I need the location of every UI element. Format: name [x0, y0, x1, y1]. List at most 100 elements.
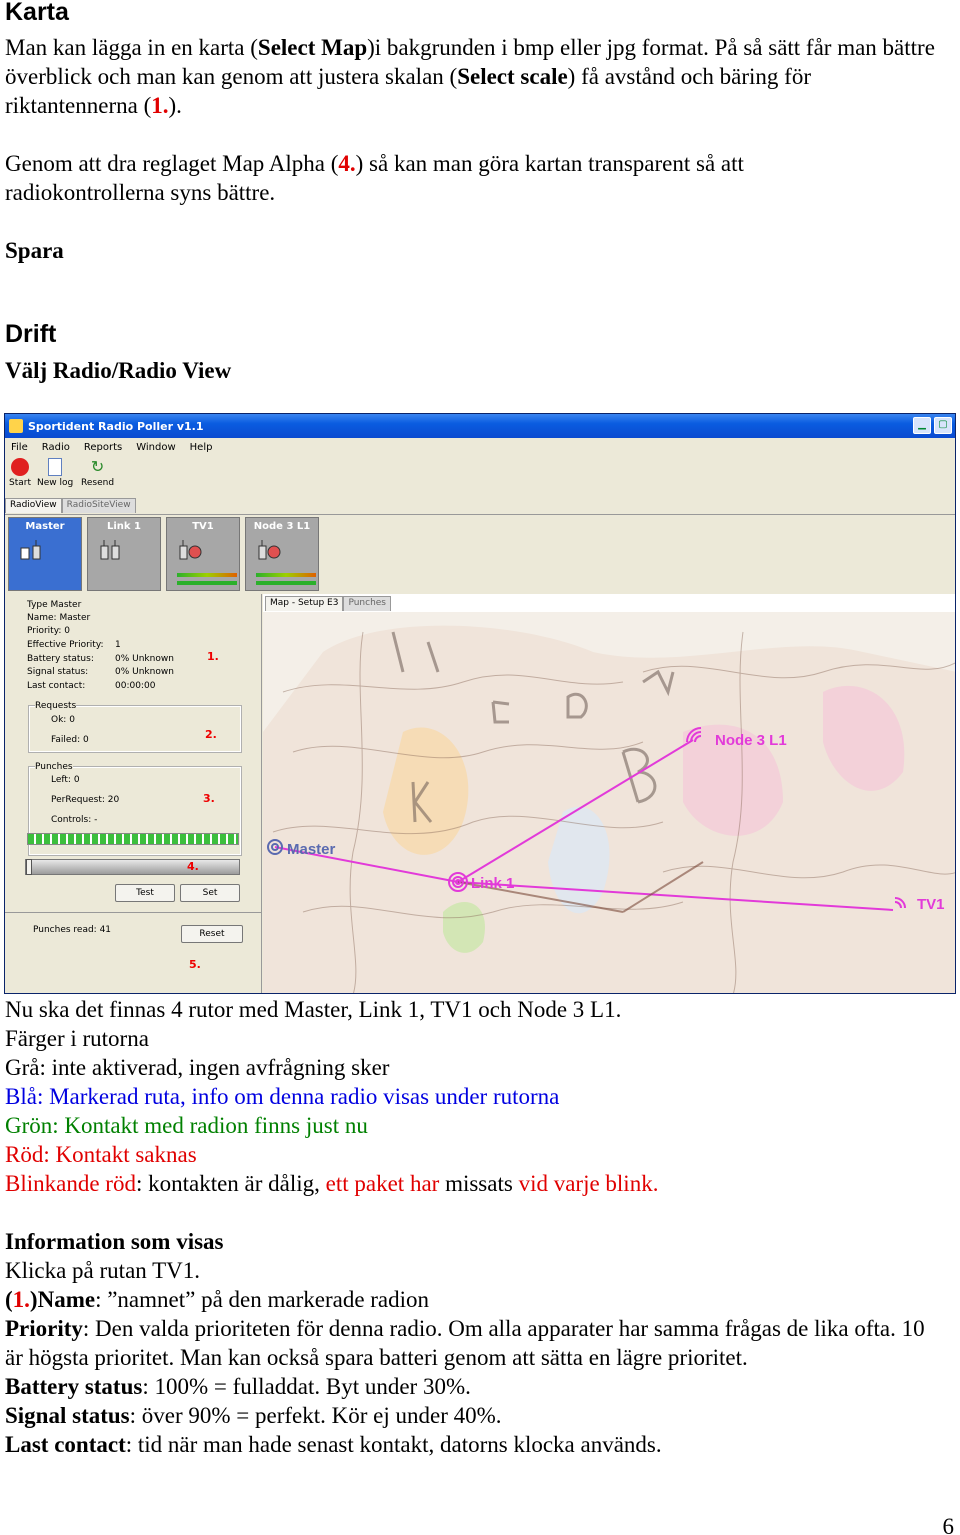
- menu-radio[interactable]: Radio: [42, 442, 70, 453]
- map-panel: Map - Setup E3 Punches Node 3 L1 Master …: [263, 594, 955, 993]
- new-log-button[interactable]: New log: [37, 458, 73, 488]
- menu-help[interactable]: Help: [190, 442, 213, 453]
- radio-name: Master: [25, 521, 65, 532]
- text-red: ett paket har: [325, 1171, 440, 1196]
- info-eff-value: 1: [115, 640, 121, 650]
- radio-box-master[interactable]: Master: [8, 517, 82, 591]
- battery-line: Battery status: 100% = fulladdat. Byt un…: [5, 1372, 471, 1401]
- signal-line: Signal status: över 90% = perfekt. Kör e…: [5, 1401, 502, 1430]
- text-bold: Battery status: [5, 1374, 143, 1399]
- heading-drift: Drift: [5, 320, 57, 348]
- colors-heading: Färger i rutorna: [5, 1026, 149, 1051]
- menu-window[interactable]: Window: [136, 442, 175, 453]
- text-bold: Last contact: [5, 1432, 126, 1457]
- map-label-master: Master: [287, 841, 336, 858]
- punches-read: Punches read: 41: [33, 925, 112, 935]
- signal-bar: [256, 573, 316, 577]
- map-label-tv1: TV1: [917, 896, 945, 913]
- color-red: Röd: Kontakt saknas: [5, 1142, 197, 1167]
- heading-karta: Karta: [5, 0, 69, 26]
- info-heading: Information som visas: [5, 1229, 224, 1254]
- marker-2: 2.: [205, 728, 217, 741]
- divider: [5, 912, 261, 913]
- window-titlebar: Sportident Radio Poller v1.1 ▁ ▢: [5, 414, 955, 438]
- text-bold: Signal status: [5, 1403, 130, 1428]
- menu-reports[interactable]: Reports: [84, 442, 122, 453]
- marker-1: 1.: [207, 650, 219, 663]
- marker-3: 3.: [203, 792, 215, 805]
- name-line: (1.)Name: ”namnet” på den markerade radi…: [5, 1285, 429, 1314]
- test-button[interactable]: Test: [115, 884, 175, 902]
- map-drawing: [263, 612, 955, 993]
- requests-ok: Ok: 0: [51, 715, 75, 725]
- requests-title: Requests: [35, 701, 77, 711]
- text: : över 90% = perfekt. Kör ej under 40%.: [129, 1403, 502, 1428]
- text-bold: Select Map: [257, 35, 368, 60]
- punches-per-request: PerRequest: 20: [51, 795, 120, 805]
- ref-number: 1.: [151, 93, 169, 118]
- battery-bar: [177, 581, 237, 585]
- map-alpha-slider[interactable]: [25, 859, 240, 875]
- ref-number: 1.: [12, 1287, 30, 1312]
- info-name: Name: Master: [27, 613, 91, 623]
- radio-box-tv1[interactable]: TV1: [166, 517, 240, 591]
- text: : tid när man hade senast kontakt, dator…: [125, 1432, 662, 1457]
- info-last-value: 00:00:00: [115, 681, 156, 691]
- text: ).: [168, 93, 182, 118]
- tab-radiositeview[interactable]: RadioSiteView: [61, 498, 136, 513]
- set-button[interactable]: Set: [180, 884, 240, 902]
- radio-icon: [179, 540, 202, 560]
- text: : ”namnet” på den markerade radion: [95, 1287, 430, 1312]
- view-tabs: RadioView RadioSiteView: [5, 498, 136, 513]
- slider-thumb[interactable]: [26, 859, 32, 875]
- radio-icon: [258, 540, 281, 560]
- valj-radio-view: Välj Radio/Radio View: [5, 358, 232, 383]
- window-title: Sportident Radio Poller v1.1: [28, 419, 204, 433]
- paragraph-rutor: Nu ska det finnas 4 rutor med Master, Li…: [5, 997, 622, 1022]
- text-bold: )Name: [29, 1287, 96, 1312]
- tab-radioview[interactable]: RadioView: [5, 498, 62, 513]
- text-bold: (: [5, 1287, 13, 1312]
- radio-name: Node 3 L1: [253, 521, 311, 532]
- info-type: Type Master: [27, 600, 82, 610]
- map-tabs: Map - Setup E3 Punches: [265, 596, 391, 611]
- text: : kontakten är dålig,: [135, 1171, 326, 1196]
- paragraph-alpha: Genom att dra reglaget Map Alpha (4.) så…: [5, 149, 905, 207]
- text: : 100% = fulladdat. Byt under 30%.: [142, 1374, 471, 1399]
- tool-label: Start: [9, 478, 31, 488]
- menubar: File Radio Reports Window Help: [5, 439, 955, 455]
- marker-5: 5.: [189, 958, 201, 971]
- info-signal-label: Signal status:: [27, 667, 89, 677]
- resend-button[interactable]: ↻ Resend: [81, 458, 114, 489]
- text-red: Blinkande röd: [5, 1171, 136, 1196]
- spara-heading: Spara: [5, 238, 64, 263]
- color-gray: Grå: inte aktiverad, ingen avfrågning sk…: [5, 1055, 390, 1080]
- start-button[interactable]: Start: [9, 458, 31, 488]
- info-eff-label: Effective Priority:: [27, 640, 104, 650]
- maximize-icon[interactable]: ▢: [934, 417, 952, 434]
- battery-bar: [256, 581, 316, 585]
- info-priority: Priority: 0: [27, 626, 70, 636]
- info-last-label: Last contact:: [27, 681, 86, 691]
- page-number: 6: [942, 1514, 955, 1535]
- marker-4: 4.: [187, 860, 199, 873]
- tool-label: New log: [37, 478, 74, 488]
- tab-punches[interactable]: Punches: [343, 596, 391, 611]
- signal-bar: [177, 573, 237, 577]
- color-blink: Blinkande röd: kontakten är dålig, ett p…: [5, 1169, 658, 1198]
- tab-map-setup[interactable]: Map - Setup E3: [265, 596, 344, 611]
- menu-file[interactable]: File: [11, 442, 28, 453]
- punches-controls: Controls: -: [51, 815, 98, 825]
- ref-number: 4.: [338, 151, 356, 176]
- radio-box-link1[interactable]: Link 1: [87, 517, 161, 591]
- toolbar: Start New log ↻ Resend: [5, 456, 955, 496]
- color-green: Grön: Kontakt med radion finns just nu: [5, 1113, 368, 1138]
- minimize-icon[interactable]: ▁: [913, 417, 931, 434]
- radio-box-node3[interactable]: Node 3 L1: [245, 517, 319, 591]
- radio-info-panel: Type Master Name: Master Priority: 0 Eff…: [5, 594, 262, 993]
- text-bold: Select scale: [457, 64, 568, 89]
- reset-button[interactable]: Reset: [181, 925, 243, 943]
- orienteering-map[interactable]: Node 3 L1 Master Link 1 TV1: [263, 612, 955, 993]
- last-contact-line: Last contact: tid när man hade senast ko…: [5, 1430, 662, 1459]
- punches-left: Left: 0: [51, 775, 80, 785]
